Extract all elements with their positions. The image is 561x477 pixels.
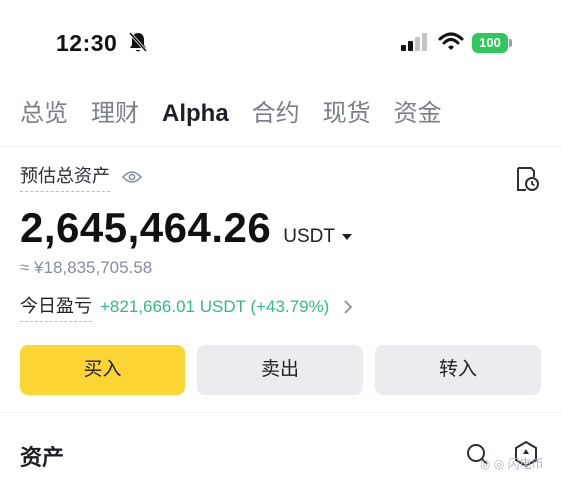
currency-selector[interactable]: USDT [283, 226, 352, 248]
sell-button[interactable]: 卖出 [197, 345, 363, 395]
estimated-assets-label: 预估总资产 [20, 162, 110, 192]
divider [0, 412, 561, 413]
tab-funding[interactable]: 资金 [394, 96, 442, 136]
fiat-equivalent: ≈ ¥18,835,705.58 [20, 258, 153, 277]
wifi-icon [438, 32, 464, 50]
divider [0, 146, 561, 147]
status-time: 12:30 [56, 30, 118, 56]
tab-earn[interactable]: 理财 [91, 96, 139, 136]
todays-pnl-row[interactable]: 今日盈亏 +821,666.01 USDT (+43.79%) [20, 292, 353, 322]
pnl-value: +821,666.01 USDT (+43.79%) [100, 297, 330, 316]
pnl-label: 今日盈亏 [20, 292, 92, 322]
watermark: ◎ ◎ 闪电币 [480, 457, 544, 471]
buy-button[interactable]: 买入 [20, 345, 185, 395]
chevron-right-icon [344, 300, 353, 314]
estimated-assets-row: 预估总资产 [20, 162, 142, 192]
currency-label: USDT [283, 226, 335, 247]
caret-down-icon [341, 234, 352, 240]
transfer-in-button[interactable]: 转入 [375, 345, 541, 395]
battery-level: 100 [472, 33, 508, 53]
account-tabs: 总览 理财 Alpha 合约 现货 资金 [20, 96, 465, 136]
balance-row: 2,645,464.26 USDT [20, 198, 352, 254]
battery-tip [509, 39, 512, 47]
bell-muted-icon [128, 32, 148, 52]
tab-spot[interactable]: 现货 [323, 96, 371, 136]
signal-icon [401, 33, 427, 51]
history-icon[interactable] [514, 166, 540, 192]
eye-icon[interactable] [122, 170, 142, 184]
status-bar: 12:30 100 [0, 0, 561, 80]
assets-section-title: 资产 [20, 445, 65, 470]
battery-icon: 100 [472, 33, 512, 53]
tab-futures[interactable]: 合约 [252, 96, 300, 136]
tab-overview[interactable]: 总览 [20, 96, 68, 136]
tab-alpha[interactable]: Alpha [162, 96, 229, 136]
total-balance: 2,645,464.26 [20, 204, 272, 251]
